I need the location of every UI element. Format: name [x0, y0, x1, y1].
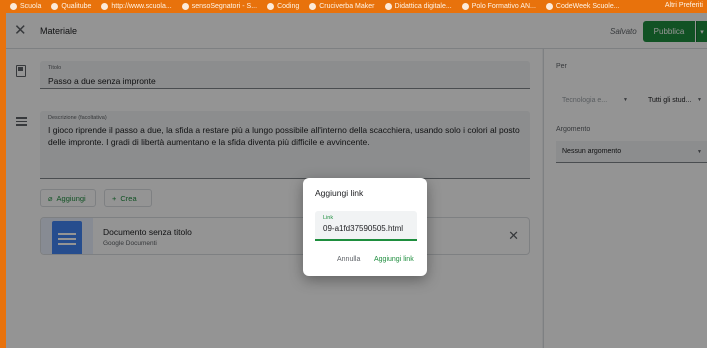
other-bookmarks[interactable]: Altri Preferiti — [665, 2, 703, 9]
link-label: Link — [323, 215, 334, 221]
link-field[interactable]: Link — [315, 211, 417, 241]
bookmark-icon — [267, 3, 275, 10]
bookmark-item[interactable]: Coding — [267, 3, 299, 10]
bookmark-icon — [384, 3, 392, 10]
bookmark-item[interactable]: http://www.scuola... — [101, 3, 172, 10]
bookmark-item[interactable]: CodeWeek Scuole... — [545, 3, 620, 10]
bookmark-item[interactable]: Qualitube — [51, 3, 91, 10]
add-link-dialog: Aggiungi link Link Annulla Aggiungi link — [303, 178, 427, 276]
bookmark-item[interactable]: Polo Formativo AN... — [461, 3, 536, 10]
bookmark-icon — [101, 3, 109, 10]
dialog-title: Aggiungi link — [315, 188, 364, 198]
bookmark-item[interactable]: Cruciverba Maker — [309, 3, 375, 10]
bookmark-icon — [545, 3, 553, 10]
link-input[interactable] — [323, 224, 413, 233]
bookmark-icon — [10, 3, 17, 10]
cancel-button[interactable]: Annulla — [337, 256, 360, 263]
bookmark-item[interactable]: sensoSegnatori - S... — [181, 3, 257, 10]
bookmark-icon — [461, 3, 469, 10]
bookmark-icon — [51, 3, 59, 10]
add-link-button[interactable]: Aggiungi link — [374, 256, 414, 263]
bookmark-icon — [309, 3, 317, 10]
bookmarks-bar: Scuola Qualitube http://www.scuola... se… — [0, 0, 707, 13]
bookmark-item[interactable]: Didattica digitale... — [384, 3, 452, 10]
bookmark-icon — [181, 3, 189, 10]
bookmark-item[interactable]: Scuola — [10, 3, 41, 10]
